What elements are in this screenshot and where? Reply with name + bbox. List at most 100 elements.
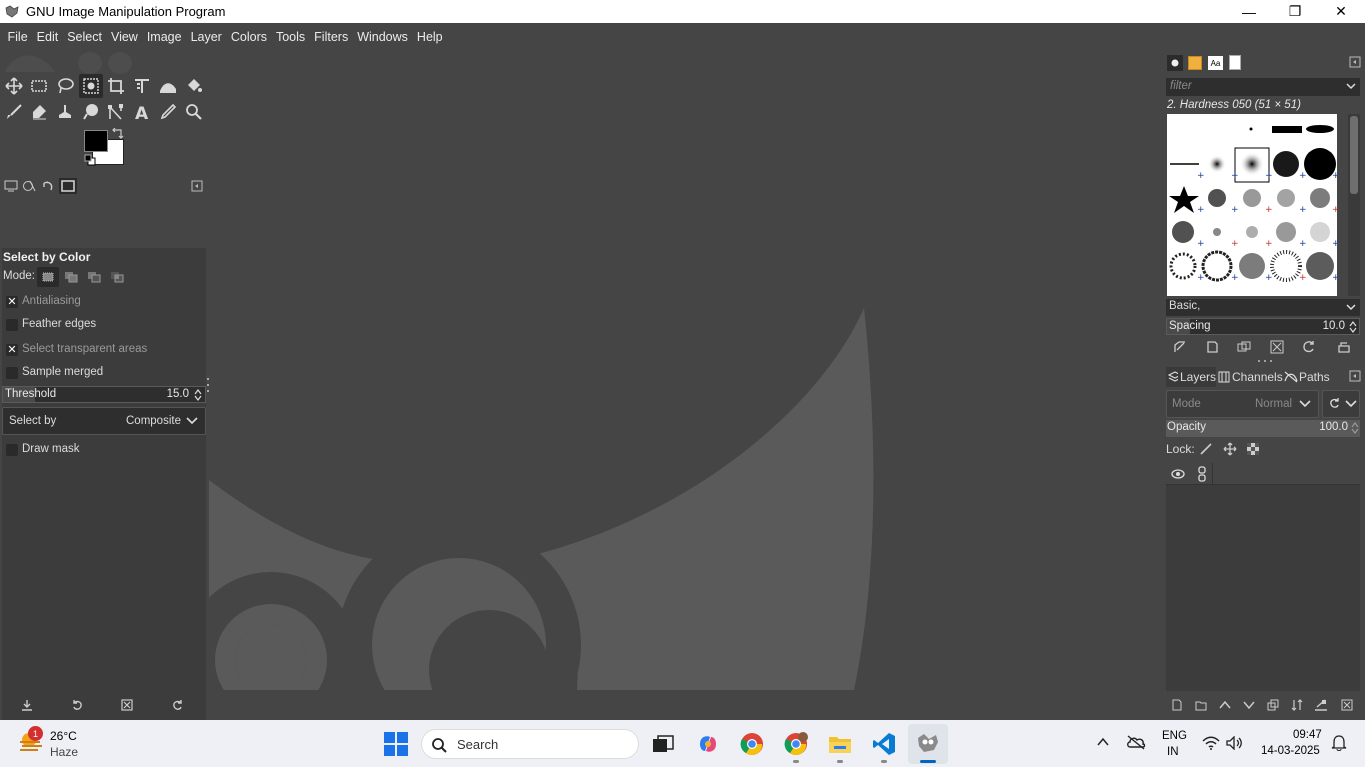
mode-subtract-icon[interactable]: [85, 268, 103, 286]
foreground-color-swatch[interactable]: [84, 130, 108, 152]
smudge-tool-icon[interactable]: [79, 100, 103, 124]
clock-time[interactable]: 09:47: [1293, 729, 1322, 741]
tab-fonts-icon[interactable]: Aa: [1208, 56, 1223, 70]
delete-layer-icon[interactable]: [1337, 695, 1357, 715]
tab-images-icon[interactable]: [59, 178, 77, 194]
start-button[interactable]: [380, 728, 412, 760]
spacing-stepper-icon[interactable]: [1349, 321, 1357, 333]
opacity-spinner[interactable]: Opacity 100.0: [1166, 420, 1360, 437]
file-explorer-icon[interactable]: [824, 728, 856, 760]
chrome-icon[interactable]: [736, 728, 768, 760]
close-button[interactable]: ✕: [1318, 0, 1364, 23]
menu-layer[interactable]: Layer: [186, 30, 226, 44]
tab-device-status-icon[interactable]: [20, 178, 38, 194]
text-tool-icon[interactable]: A: [130, 100, 154, 124]
wifi-icon[interactable]: [1202, 736, 1220, 753]
spacing-spinner[interactable]: Spacing 10.0: [1166, 318, 1360, 335]
opacity-stepper-icon[interactable]: [1351, 422, 1359, 434]
menu-windows[interactable]: Windows: [353, 30, 413, 44]
antialiasing-checkbox[interactable]: ✕: [6, 296, 18, 308]
new-brush-icon[interactable]: [1202, 337, 1222, 357]
open-brush-as-image-icon[interactable]: [1334, 337, 1354, 357]
move-tool-icon[interactable]: [2, 74, 26, 98]
tab-channels[interactable]: Channels: [1218, 367, 1283, 387]
menu-view[interactable]: View: [106, 30, 142, 44]
menu-edit[interactable]: Edit: [32, 30, 63, 44]
anchor-layer-icon[interactable]: [1287, 695, 1307, 715]
brush-grid-scrollbar[interactable]: [1348, 114, 1360, 296]
menu-select[interactable]: Select: [63, 30, 107, 44]
delete-tool-preset-icon[interactable]: [117, 695, 137, 715]
taskbar-search-box[interactable]: Search: [421, 729, 639, 759]
tab-tool-options-icon[interactable]: [2, 178, 20, 194]
lasso-tool-icon[interactable]: [53, 74, 77, 98]
warp-transform-tool-icon[interactable]: [156, 74, 180, 98]
select-transparent-checkbox[interactable]: ✕: [6, 344, 18, 356]
sample-merged-checkbox[interactable]: [6, 367, 18, 379]
configure-tab-icon[interactable]: [188, 178, 206, 194]
rect-select-tool-icon[interactable]: [27, 74, 51, 98]
menu-colors[interactable]: Colors: [226, 30, 271, 44]
save-tool-preset-icon[interactable]: [17, 695, 37, 715]
task-view-icon[interactable]: [647, 728, 679, 760]
eye-visibility-icon[interactable]: [1171, 468, 1185, 480]
menu-help[interactable]: Help: [412, 30, 447, 44]
crop-tool-icon[interactable]: [104, 74, 128, 98]
new-layer-group-icon[interactable]: [1191, 695, 1211, 715]
tab-patterns-icon[interactable]: [1188, 56, 1202, 70]
dock-separator-handle[interactable]: [1256, 359, 1274, 363]
clock-date[interactable]: 14-03-2025: [1261, 745, 1320, 757]
scrollbar-thumb[interactable]: [1350, 116, 1358, 194]
delete-brush-icon[interactable]: [1267, 337, 1287, 357]
brush-filter-input[interactable]: filter: [1166, 78, 1360, 96]
restore-tool-preset-icon[interactable]: [67, 695, 87, 715]
brushes-configure-icon[interactable]: [1349, 56, 1361, 71]
region-indicator[interactable]: IN: [1167, 746, 1179, 758]
bucket-fill-tool-icon[interactable]: [182, 74, 206, 98]
onedrive-offline-icon[interactable]: [1126, 734, 1146, 753]
unified-transform-tool-icon[interactable]: [130, 74, 154, 98]
default-colors-icon[interactable]: [84, 154, 96, 166]
composite-mode-dropdown[interactable]: [1322, 390, 1360, 418]
layer-list[interactable]: [1166, 463, 1360, 691]
eraser-tool-icon[interactable]: [27, 100, 51, 124]
weather-widget[interactable]: 1: [18, 726, 46, 758]
lower-layer-icon[interactable]: [1239, 695, 1259, 715]
mode-intersect-icon[interactable]: [108, 268, 126, 286]
feather-edges-checkbox[interactable]: [6, 319, 18, 331]
notification-bell-icon[interactable]: [1331, 735, 1347, 754]
vscode-icon[interactable]: [868, 728, 900, 760]
threshold-stepper-icon[interactable]: [194, 389, 202, 401]
chain-link-icon[interactable]: [1196, 466, 1208, 482]
lock-pixels-icon[interactable]: [1199, 442, 1213, 459]
lock-alpha-icon[interactable]: [1246, 442, 1260, 459]
language-indicator[interactable]: ENG: [1162, 730, 1187, 742]
select-by-dropdown[interactable]: Select by Composite: [2, 407, 206, 435]
mode-add-icon[interactable]: [62, 268, 80, 286]
show-hidden-icons-icon[interactable]: [1097, 736, 1109, 750]
brush-grid[interactable]: + + + + + + + + + + + + + + + + + + + +: [1167, 114, 1337, 296]
threshold-spinner[interactable]: Threshold 15.0: [2, 386, 206, 403]
menu-filters[interactable]: Filters: [310, 30, 353, 44]
clone-tool-icon[interactable]: [53, 100, 77, 124]
swap-colors-icon[interactable]: [111, 128, 125, 140]
duplicate-brush-icon[interactable]: [1234, 337, 1254, 357]
tab-undo-history-icon[interactable]: [38, 178, 56, 194]
duplicate-layer-icon[interactable]: [1263, 695, 1283, 715]
tab-layers[interactable]: Layers: [1166, 367, 1216, 387]
zoom-tool-icon[interactable]: [182, 100, 206, 124]
lock-position-icon[interactable]: [1223, 442, 1237, 459]
maximize-button[interactable]: ❐: [1272, 0, 1318, 23]
select-by-color-tool-icon[interactable]: [79, 74, 103, 98]
menu-image[interactable]: Image: [142, 30, 186, 44]
tab-brushes-icon[interactable]: [1167, 55, 1183, 71]
chrome-profile-icon[interactable]: [780, 728, 812, 760]
menu-file[interactable]: File: [3, 30, 32, 44]
copilot-icon[interactable]: [692, 728, 724, 760]
edit-brush-icon[interactable]: [1170, 337, 1190, 357]
gimp-taskbar-button[interactable]: [908, 724, 948, 764]
mode-replace-icon[interactable]: [37, 267, 59, 287]
raise-layer-icon[interactable]: [1215, 695, 1235, 715]
refresh-brushes-icon[interactable]: [1299, 337, 1319, 357]
layer-mode-dropdown[interactable]: Mode Normal: [1166, 390, 1319, 418]
